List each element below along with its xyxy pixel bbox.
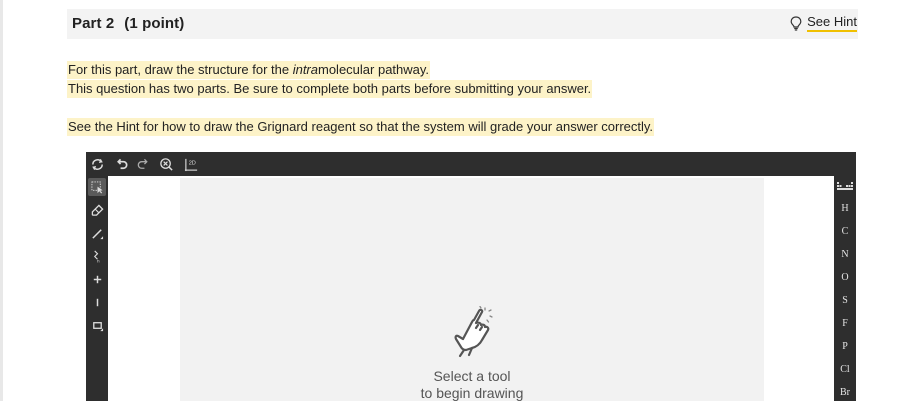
charge-minus-icon bbox=[96, 298, 98, 306]
template-icon bbox=[92, 321, 103, 331]
atom-s-button[interactable]: S bbox=[834, 295, 856, 306]
clear-button[interactable] bbox=[88, 155, 106, 173]
zoom-button[interactable] bbox=[157, 155, 175, 173]
charge-plus-icon bbox=[93, 275, 101, 283]
question-line-1-start: For this part, draw the structure for th… bbox=[68, 62, 293, 77]
periodic-table-icon[interactable] bbox=[837, 182, 853, 192]
page-left-rule bbox=[0, 0, 3, 401]
question-line-2: This question has two parts. Be sure to … bbox=[67, 80, 593, 98]
zoom-icon bbox=[159, 157, 173, 171]
drawing-canvas[interactable]: Select a tool to begin drawing bbox=[108, 176, 834, 401]
atom-cl-button[interactable]: Cl bbox=[834, 364, 856, 375]
undo-icon bbox=[116, 158, 127, 169]
atom-h-button[interactable]: H bbox=[834, 203, 856, 214]
pointing-hand-icon bbox=[454, 306, 493, 358]
atom-f-button[interactable]: F bbox=[834, 318, 856, 329]
see-hint-label[interactable]: See Hint bbox=[807, 14, 857, 32]
part-label: Part 2 bbox=[72, 15, 115, 32]
empty-state: Select a tool to begin drawing bbox=[180, 306, 764, 401]
see-hint-link[interactable]: See Hint bbox=[790, 14, 857, 32]
lightbulb-icon bbox=[790, 15, 802, 31]
charge-minus-tool[interactable] bbox=[88, 293, 106, 311]
bond-icon bbox=[91, 228, 103, 239]
redo-icon bbox=[137, 158, 148, 169]
points-label: (1 point) bbox=[124, 15, 185, 32]
chain-tool[interactable]: n bbox=[88, 247, 106, 265]
chain-icon: n bbox=[93, 250, 100, 263]
select-icon bbox=[90, 180, 103, 194]
editor-left-toolbar: n bbox=[86, 176, 108, 401]
question-line-1-end: molecular pathway. bbox=[318, 62, 430, 77]
bond-tool[interactable] bbox=[88, 224, 106, 242]
canvas-empty-area[interactable]: Select a tool to begin drawing bbox=[180, 178, 764, 401]
clear-icon bbox=[91, 158, 103, 170]
charge-plus-tool[interactable] bbox=[88, 270, 106, 288]
undo-button[interactable] bbox=[112, 155, 130, 173]
question-line-1: For this part, draw the structure for th… bbox=[67, 61, 431, 79]
template-tool[interactable] bbox=[88, 316, 106, 334]
select-tool[interactable] bbox=[88, 178, 106, 196]
editor-atom-toolbar: H C N O S F P Cl Br bbox=[834, 176, 856, 401]
part-header: Part 2 (1 point) See Hint bbox=[67, 9, 858, 39]
part-title: Part 2 (1 point) bbox=[72, 15, 184, 32]
clean-2d-button[interactable]: 2D bbox=[182, 155, 200, 173]
2d-clean-icon: 2D bbox=[184, 158, 197, 171]
atom-o-button[interactable]: O bbox=[834, 272, 856, 283]
atom-c-button[interactable]: C bbox=[834, 226, 856, 237]
atom-p-button[interactable]: P bbox=[834, 341, 856, 352]
question-italic-word: intra bbox=[292, 62, 318, 77]
question-line-3: See the Hint for how to draw the Grignar… bbox=[67, 118, 655, 136]
redo-button[interactable] bbox=[134, 155, 152, 173]
empty-state-line-1: Select a tool bbox=[433, 368, 511, 384]
atom-br-button[interactable]: Br bbox=[834, 387, 856, 398]
erase-tool[interactable] bbox=[88, 201, 106, 219]
erase-icon bbox=[91, 203, 104, 216]
svg-text:n: n bbox=[97, 258, 100, 262]
2d-label: 2D bbox=[188, 160, 195, 166]
empty-state-line-2: to begin drawing bbox=[420, 385, 524, 401]
structure-editor: 2D n Select a tool to begin drawing H C … bbox=[86, 152, 856, 401]
editor-top-toolbar: 2D bbox=[86, 152, 856, 176]
atom-n-button[interactable]: N bbox=[834, 249, 856, 260]
